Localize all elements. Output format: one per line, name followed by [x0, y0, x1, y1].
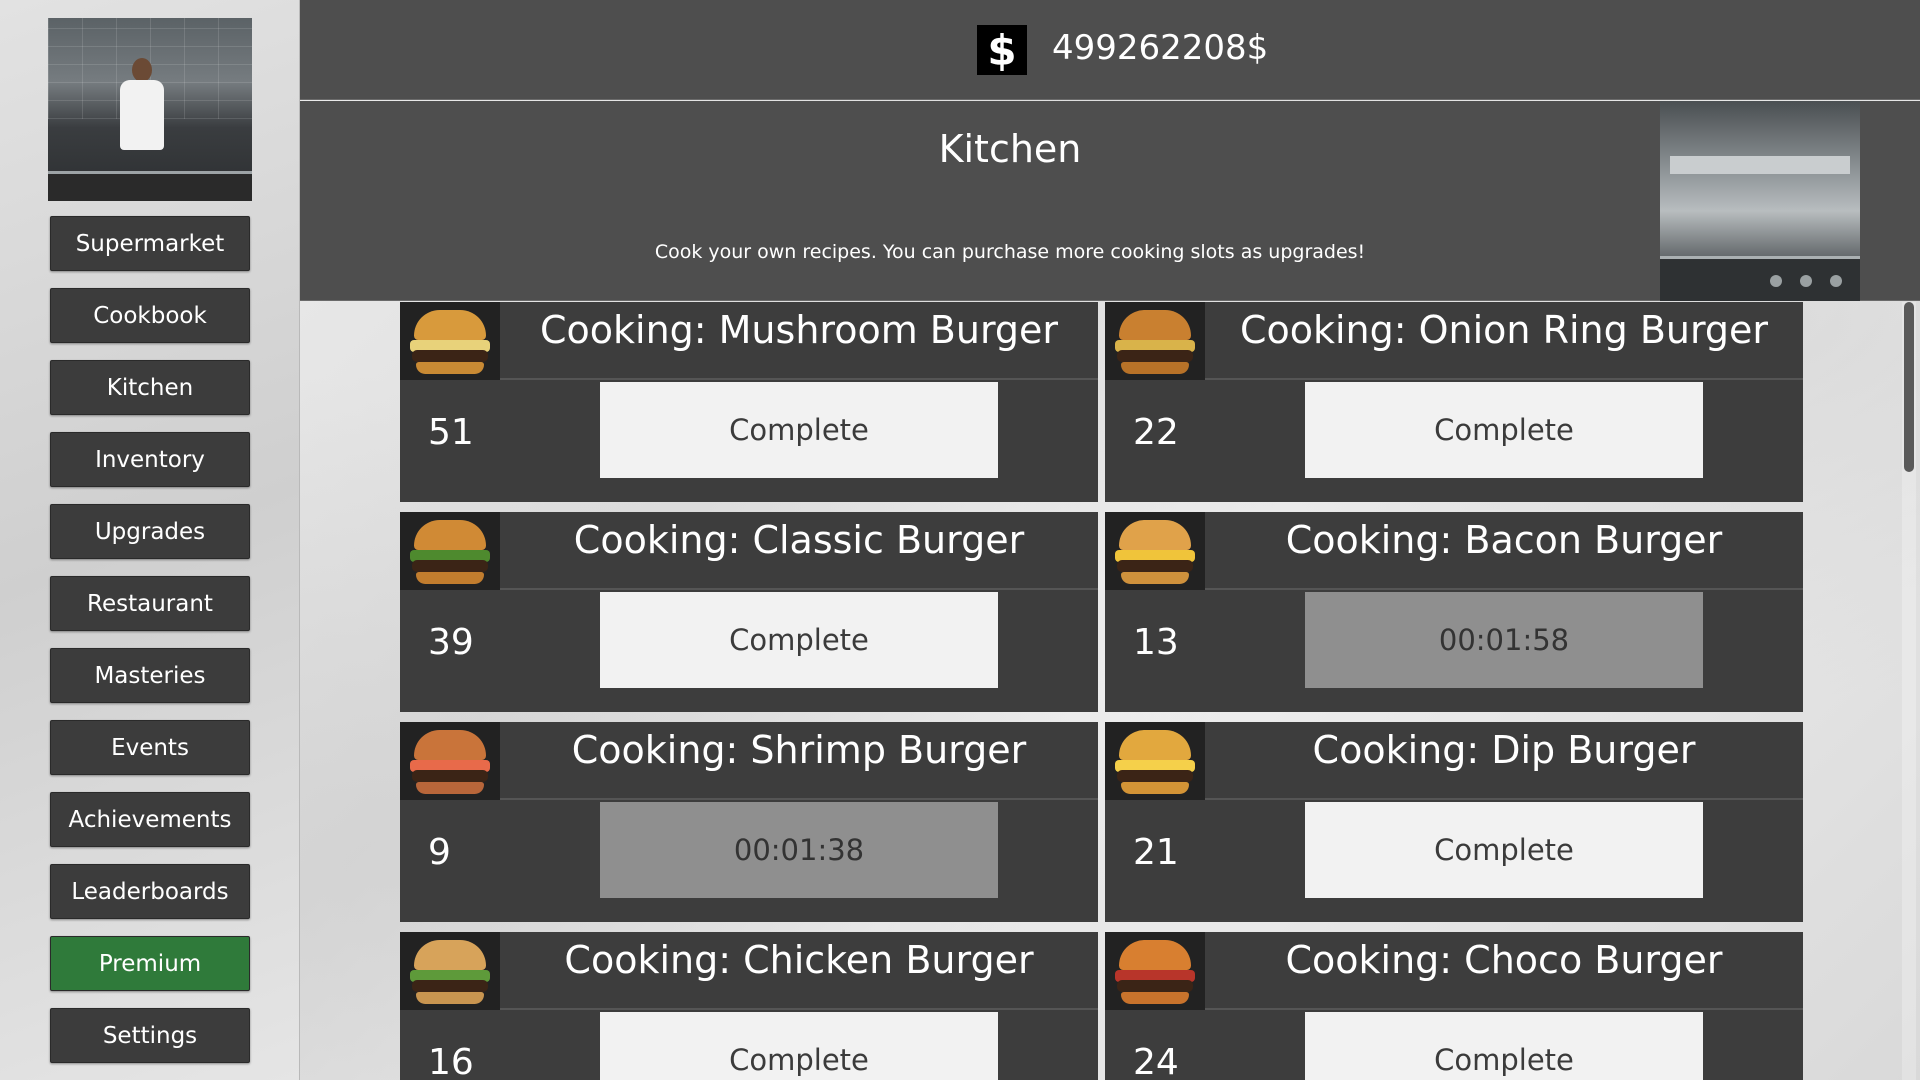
slot-header: Cooking: Shrimp Burger — [400, 722, 1098, 800]
recipe-count: 13 — [1133, 622, 1179, 663]
nav-button-achievements[interactable]: Achievements — [50, 792, 250, 847]
recipe-count: 16 — [428, 1042, 474, 1080]
burger-image — [400, 722, 500, 800]
recipe-name: Cooking: Shrimp Burger — [571, 728, 1027, 772]
slot-header: Cooking: Dip Burger — [1105, 722, 1803, 800]
recipe-count: 21 — [1133, 832, 1179, 873]
burger-image — [400, 302, 500, 380]
complete-button[interactable]: Complete — [600, 592, 998, 688]
recipe-count: 51 — [428, 412, 474, 453]
nav-button-cookbook[interactable]: Cookbook — [50, 288, 250, 343]
slot-header: Cooking: Mushroom Burger — [400, 302, 1098, 380]
cooking-timer-button[interactable]: 00:01:58 — [1305, 592, 1703, 688]
chef-image — [48, 18, 252, 201]
cooking-slot: Cooking: Bacon Burger 13 00:01:58 — [1105, 512, 1803, 712]
burger-image — [1105, 512, 1205, 590]
recipe-name: Cooking: Chicken Burger — [564, 938, 1034, 982]
cooking-slots: Cooking: Mushroom Burger 51 Complete Coo… — [400, 302, 1805, 1080]
cooking-slot: Cooking: Shrimp Burger 9 00:01:38 — [400, 722, 1098, 922]
currency-bar: $ 499262208$ — [300, 0, 1920, 100]
cooking-slot: Cooking: Onion Ring Burger 22 Complete — [1105, 302, 1803, 502]
sidebar: Supermarket Cookbook Kitchen Inventory Upgra… — [0, 0, 300, 1080]
recipe-name: Cooking: Classic Burger — [573, 518, 1025, 562]
burger-image — [1105, 932, 1205, 1010]
nav-button-premium[interactable]: Premium — [50, 936, 250, 991]
recipe-count: 24 — [1133, 1042, 1179, 1080]
nav-button-inventory[interactable]: Inventory — [50, 432, 250, 487]
nav-button-supermarket[interactable]: Supermarket — [50, 216, 250, 271]
burger-image — [1105, 302, 1205, 380]
nav-button-upgrades[interactable]: Upgrades — [50, 504, 250, 559]
nav-button-masteries[interactable]: Masteries — [50, 648, 250, 703]
slot-header: Cooking: Bacon Burger — [1105, 512, 1803, 590]
nav-button-settings[interactable]: Settings — [50, 1008, 250, 1063]
nav-button-restaurant[interactable]: Restaurant — [50, 576, 250, 631]
slot-header: Cooking: Classic Burger — [400, 512, 1098, 590]
recipe-name: Cooking: Bacon Burger — [1285, 518, 1723, 562]
recipe-count: 39 — [428, 622, 474, 663]
recipe-name: Cooking: Onion Ring Burger — [1239, 308, 1769, 352]
kitchen-image — [1660, 101, 1860, 301]
complete-button[interactable]: Complete — [600, 382, 998, 478]
scrollbar-thumb[interactable] — [1904, 302, 1914, 472]
cooking-slot: Cooking: Dip Burger 21 Complete — [1105, 722, 1803, 922]
nav-button-kitchen[interactable]: Kitchen — [50, 360, 250, 415]
recipe-name: Cooking: Mushroom Burger — [539, 308, 1059, 352]
cooking-slot: Cooking: Classic Burger 39 Complete — [400, 512, 1098, 712]
slot-header: Cooking: Chicken Burger — [400, 932, 1098, 1010]
slot-header: Cooking: Choco Burger — [1105, 932, 1803, 1010]
burger-image — [400, 512, 500, 590]
cooking-timer-button[interactable]: 00:01:38 — [600, 802, 998, 898]
recipe-count: 22 — [1133, 412, 1179, 453]
page-description: Cook your own recipes. You can purchase … — [654, 241, 1366, 263]
cooking-slot: Cooking: Choco Burger 24 Complete — [1105, 932, 1803, 1080]
complete-button[interactable]: Complete — [1305, 802, 1703, 898]
cooking-slot: Cooking: Chicken Burger 16 Complete — [400, 932, 1098, 1080]
nav-button-events[interactable]: Events — [50, 720, 250, 775]
complete-button[interactable]: Complete — [1305, 1012, 1703, 1080]
nav-button-leaderboards[interactable]: Leaderboards — [50, 864, 250, 919]
recipe-name: Cooking: Dip Burger — [1312, 728, 1696, 772]
money-amount: 499262208$ — [1052, 28, 1269, 68]
slot-header: Cooking: Onion Ring Burger — [1105, 302, 1803, 380]
complete-button[interactable]: Complete — [1305, 382, 1703, 478]
burger-image — [1105, 722, 1205, 800]
recipe-name: Cooking: Choco Burger — [1285, 938, 1723, 982]
complete-button[interactable]: Complete — [600, 1012, 998, 1080]
cooking-slot: Cooking: Mushroom Burger 51 Complete — [400, 302, 1098, 502]
recipe-count: 9 — [428, 832, 451, 873]
dollar-icon: $ — [977, 25, 1027, 75]
page-header: Kitchen Cook your own recipes. You can p… — [300, 101, 1920, 301]
page-title: Kitchen — [938, 127, 1082, 171]
burger-image — [400, 932, 500, 1010]
